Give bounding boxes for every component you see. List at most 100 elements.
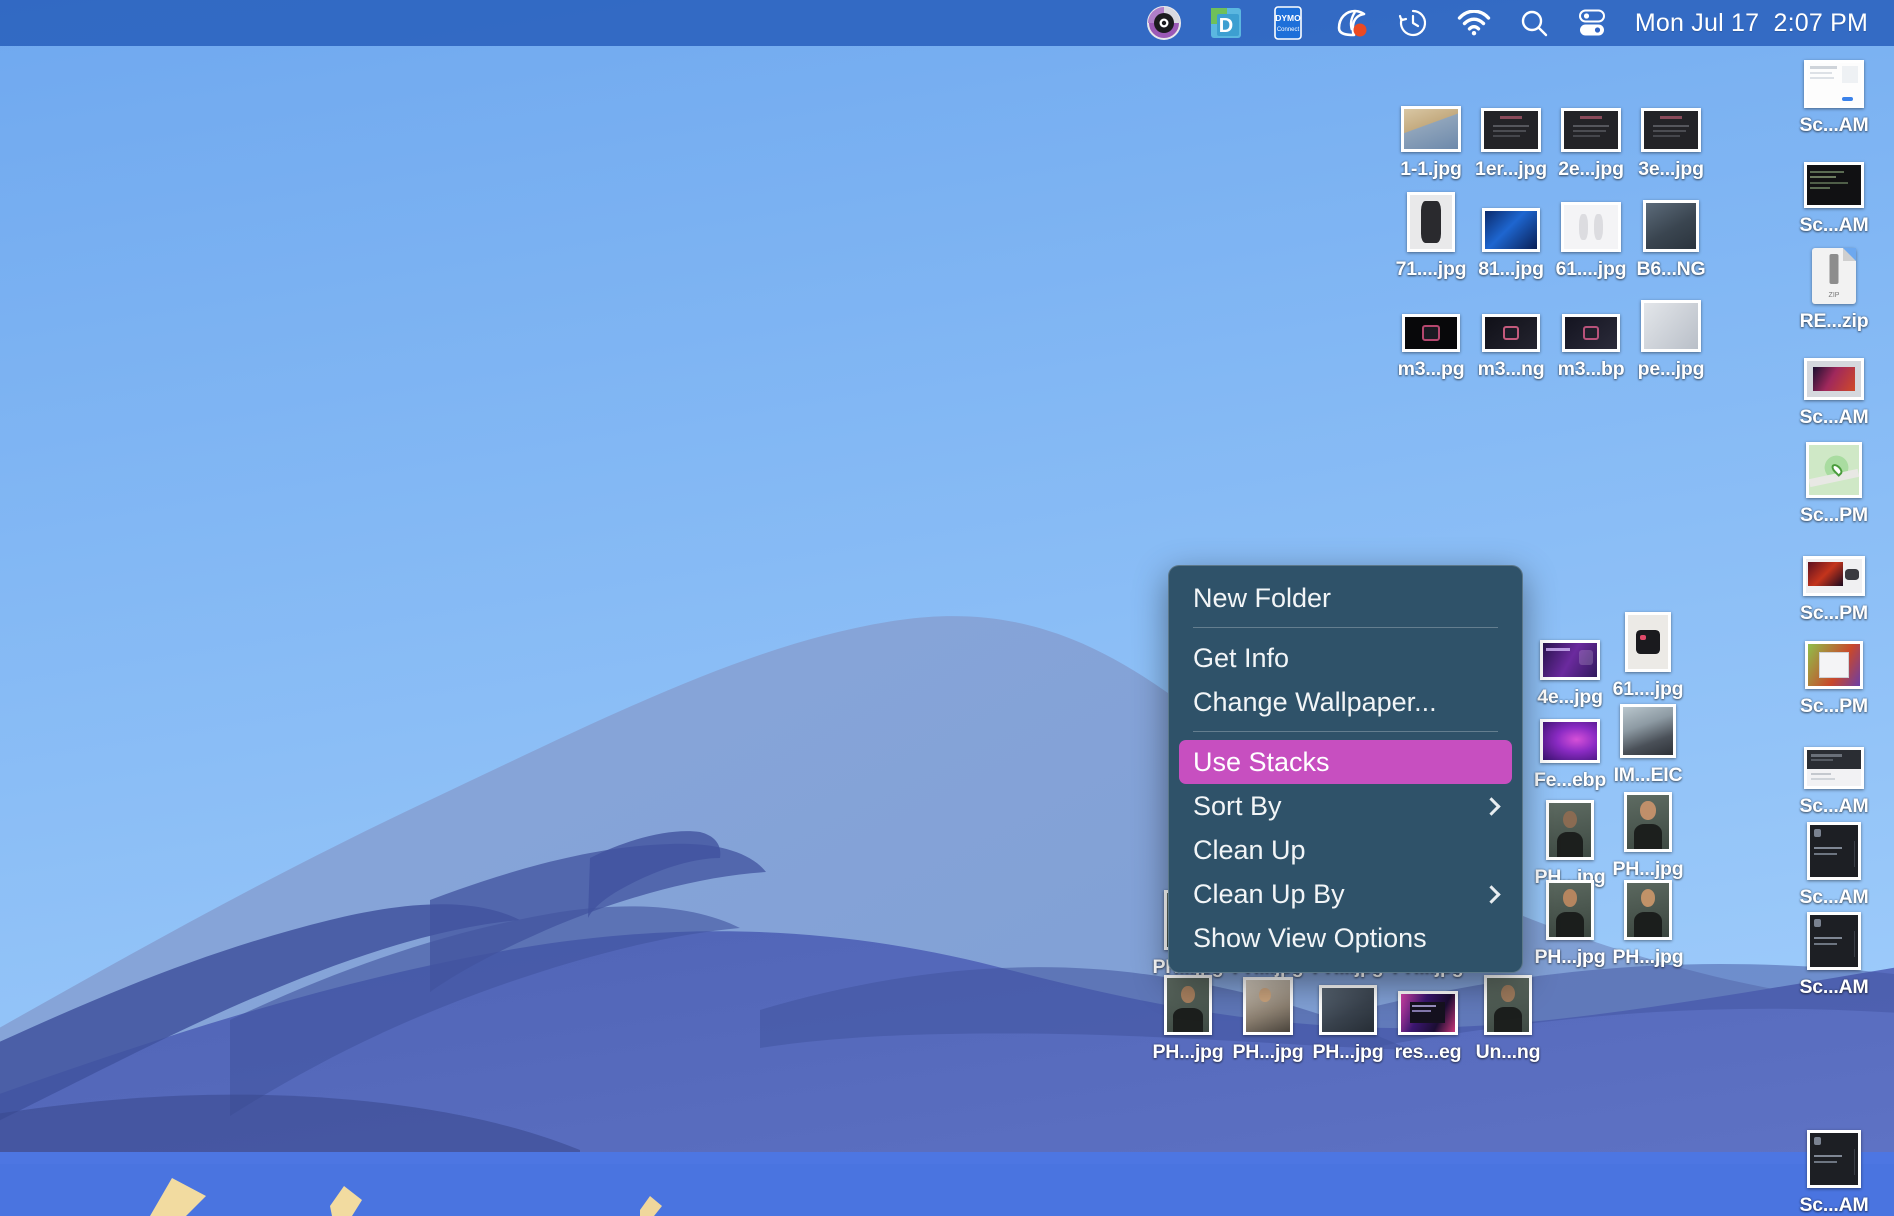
icon-thumbnail-wrap (1540, 703, 1600, 763)
desktop-icon[interactable]: Sc...PM (1786, 536, 1882, 625)
chevron-right-icon (1482, 884, 1501, 904)
desktop-icon[interactable]: Sc...PM (1786, 629, 1882, 718)
context-menu-item[interactable]: Sort By (1169, 784, 1522, 828)
desktop-icon-label: PH...jpg (1612, 946, 1684, 968)
wifi-icon[interactable] (1443, 0, 1505, 46)
icon-thumbnail (1641, 300, 1701, 352)
icon-thumbnail-wrap (1319, 975, 1377, 1035)
context-menu-item[interactable]: Use Stacks (1179, 740, 1512, 784)
icon-thumbnail-wrap (1643, 192, 1699, 252)
desktop-icon[interactable]: Sc...AM (1786, 729, 1882, 818)
context-menu-item[interactable]: New Folder (1169, 576, 1522, 620)
icon-thumbnail-wrap (1546, 800, 1594, 860)
icon-thumbnail-wrap (1401, 92, 1461, 152)
context-menu-item[interactable]: Clean Up By (1169, 872, 1522, 916)
icon-thumbnail (1243, 977, 1293, 1035)
context-menu-item-label: Clean Up (1193, 834, 1306, 865)
desktop-icon[interactable]: IM...EIC (1600, 698, 1696, 787)
icon-thumbnail (1807, 912, 1861, 970)
desktop-icon-label: 81...jpg (1478, 258, 1544, 280)
icon-thumbnail (1407, 192, 1455, 252)
context-menu-item[interactable]: Change Wallpaper... (1169, 680, 1522, 724)
desktop-icon[interactable]: 3e...jpg (1623, 92, 1719, 181)
svg-text:D: D (1219, 15, 1233, 37)
desktop-icon[interactable]: Sc...AM (1786, 148, 1882, 237)
icon-thumbnail (1804, 747, 1864, 789)
context-menu-item-label: Change Wallpaper... (1193, 686, 1437, 717)
icon-thumbnail (1546, 800, 1594, 860)
icon-thumbnail-wrap (1804, 729, 1864, 789)
icon-thumbnail-wrap (1402, 292, 1460, 352)
zip-file-icon: ZIP (1812, 248, 1856, 304)
menubar-clock[interactable]: Mon Jul 17 2:07 PM (1621, 9, 1872, 38)
desktop-icon[interactable]: Un...ng (1460, 975, 1556, 1064)
desktop-icon-label: Sc...AM (1799, 406, 1869, 428)
context-menu-item[interactable]: Clean Up (1169, 828, 1522, 872)
desktop-icon-layer: 1-1.jpg 1er...jpg 2e...jpg 3e...jpg 71..… (0, 0, 1894, 1216)
desktop-icon[interactable]: 61....jpg (1600, 612, 1696, 701)
icon-thumbnail (1482, 314, 1540, 352)
desktop-icon-label: pe...jpg (1637, 358, 1705, 380)
desktop-icon-label: Sc...AM (1799, 886, 1869, 908)
desktop-icon-label: RE...zip (1799, 310, 1869, 332)
desktop-icon-label: Sc...PM (1800, 504, 1868, 526)
desktop-icon-label: 3e...jpg (1638, 158, 1704, 180)
dymo-connect-icon[interactable]: DYMO Connect (1257, 0, 1319, 46)
icon-thumbnail-wrap (1484, 975, 1532, 1035)
icon-thumbnail (1807, 1130, 1861, 1188)
shottr-icon[interactable] (1319, 0, 1383, 46)
desktop-icon[interactable]: Sc...AM (1786, 340, 1882, 429)
icon-thumbnail-wrap (1804, 48, 1864, 108)
icon-thumbnail-wrap (1482, 292, 1540, 352)
desktop-icon-label: PH...jpg (1152, 1041, 1224, 1063)
icon-thumbnail (1807, 822, 1861, 880)
context-menu-item-label: Show View Options (1193, 922, 1427, 953)
spotlight-search-icon[interactable] (1505, 0, 1563, 46)
desktop-icon[interactable]: Sc...AM (1786, 48, 1882, 137)
desktop-icon-label: Sc...PM (1800, 695, 1868, 717)
menu-separator (1193, 627, 1498, 628)
icon-thumbnail (1620, 704, 1676, 758)
cleanmymac-icon[interactable] (1133, 0, 1195, 46)
desktop-icon[interactable]: pe...jpg (1623, 292, 1719, 381)
control-center-icon[interactable] (1563, 0, 1621, 46)
icon-thumbnail-wrap (1806, 438, 1862, 498)
context-menu-item[interactable]: Show View Options (1169, 916, 1522, 960)
icon-thumbnail-wrap (1561, 192, 1621, 252)
desktop-icon-label: PH...jpg (1612, 858, 1684, 880)
desktop-icon-label: 61....jpg (1555, 258, 1627, 280)
icon-thumbnail-wrap (1482, 192, 1540, 252)
icon-thumbnail (1803, 556, 1865, 596)
context-menu-item[interactable]: Get Info (1169, 636, 1522, 680)
time-machine-icon[interactable] (1383, 0, 1443, 46)
icon-thumbnail-wrap: ZIP (1812, 244, 1856, 304)
icon-thumbnail-wrap (1164, 975, 1212, 1035)
desktop-icon-label: 1-1.jpg (1400, 158, 1462, 180)
desktop-icon-label: 71....jpg (1395, 258, 1467, 280)
desktop-icon[interactable]: Sc...AM (1786, 910, 1882, 999)
desktop-context-menu: New Folder Get Info Change Wallpaper... Use… (1168, 565, 1523, 973)
icon-thumbnail-wrap (1546, 880, 1594, 940)
desktop-icon-label: m3...pg (1397, 358, 1465, 380)
icon-thumbnail-wrap (1807, 910, 1861, 970)
icon-thumbnail-wrap (1561, 92, 1621, 152)
icon-thumbnail-wrap (1540, 620, 1600, 680)
menu-separator (1193, 731, 1498, 732)
desktop-icon[interactable]: Sc...PM (1786, 438, 1882, 527)
icon-thumbnail (1484, 975, 1532, 1035)
desktop-icon-label: res...eg (1394, 1041, 1462, 1063)
desktop-icon-label: IM...EIC (1613, 764, 1683, 786)
desktop-icon[interactable]: ZIP RE...zip (1786, 244, 1882, 333)
context-menu-item-label: Sort By (1193, 790, 1282, 821)
desktop-icon[interactable]: B6...NG (1623, 192, 1719, 281)
desktop-icon[interactable]: PH...jpg (1600, 792, 1696, 881)
desktop-icon[interactable]: Sc...AM (1786, 820, 1882, 909)
icon-thumbnail (1540, 719, 1600, 763)
dymo-label-icon[interactable]: D (1195, 0, 1257, 46)
icon-thumbnail (1804, 358, 1864, 400)
desktop-icon[interactable]: PH...jpg (1600, 880, 1696, 969)
desktop-icon[interactable]: Sc...AM (1786, 1128, 1882, 1216)
icon-thumbnail (1804, 60, 1864, 108)
icon-thumbnail-wrap (1641, 292, 1701, 352)
icon-thumbnail-wrap (1624, 792, 1672, 852)
